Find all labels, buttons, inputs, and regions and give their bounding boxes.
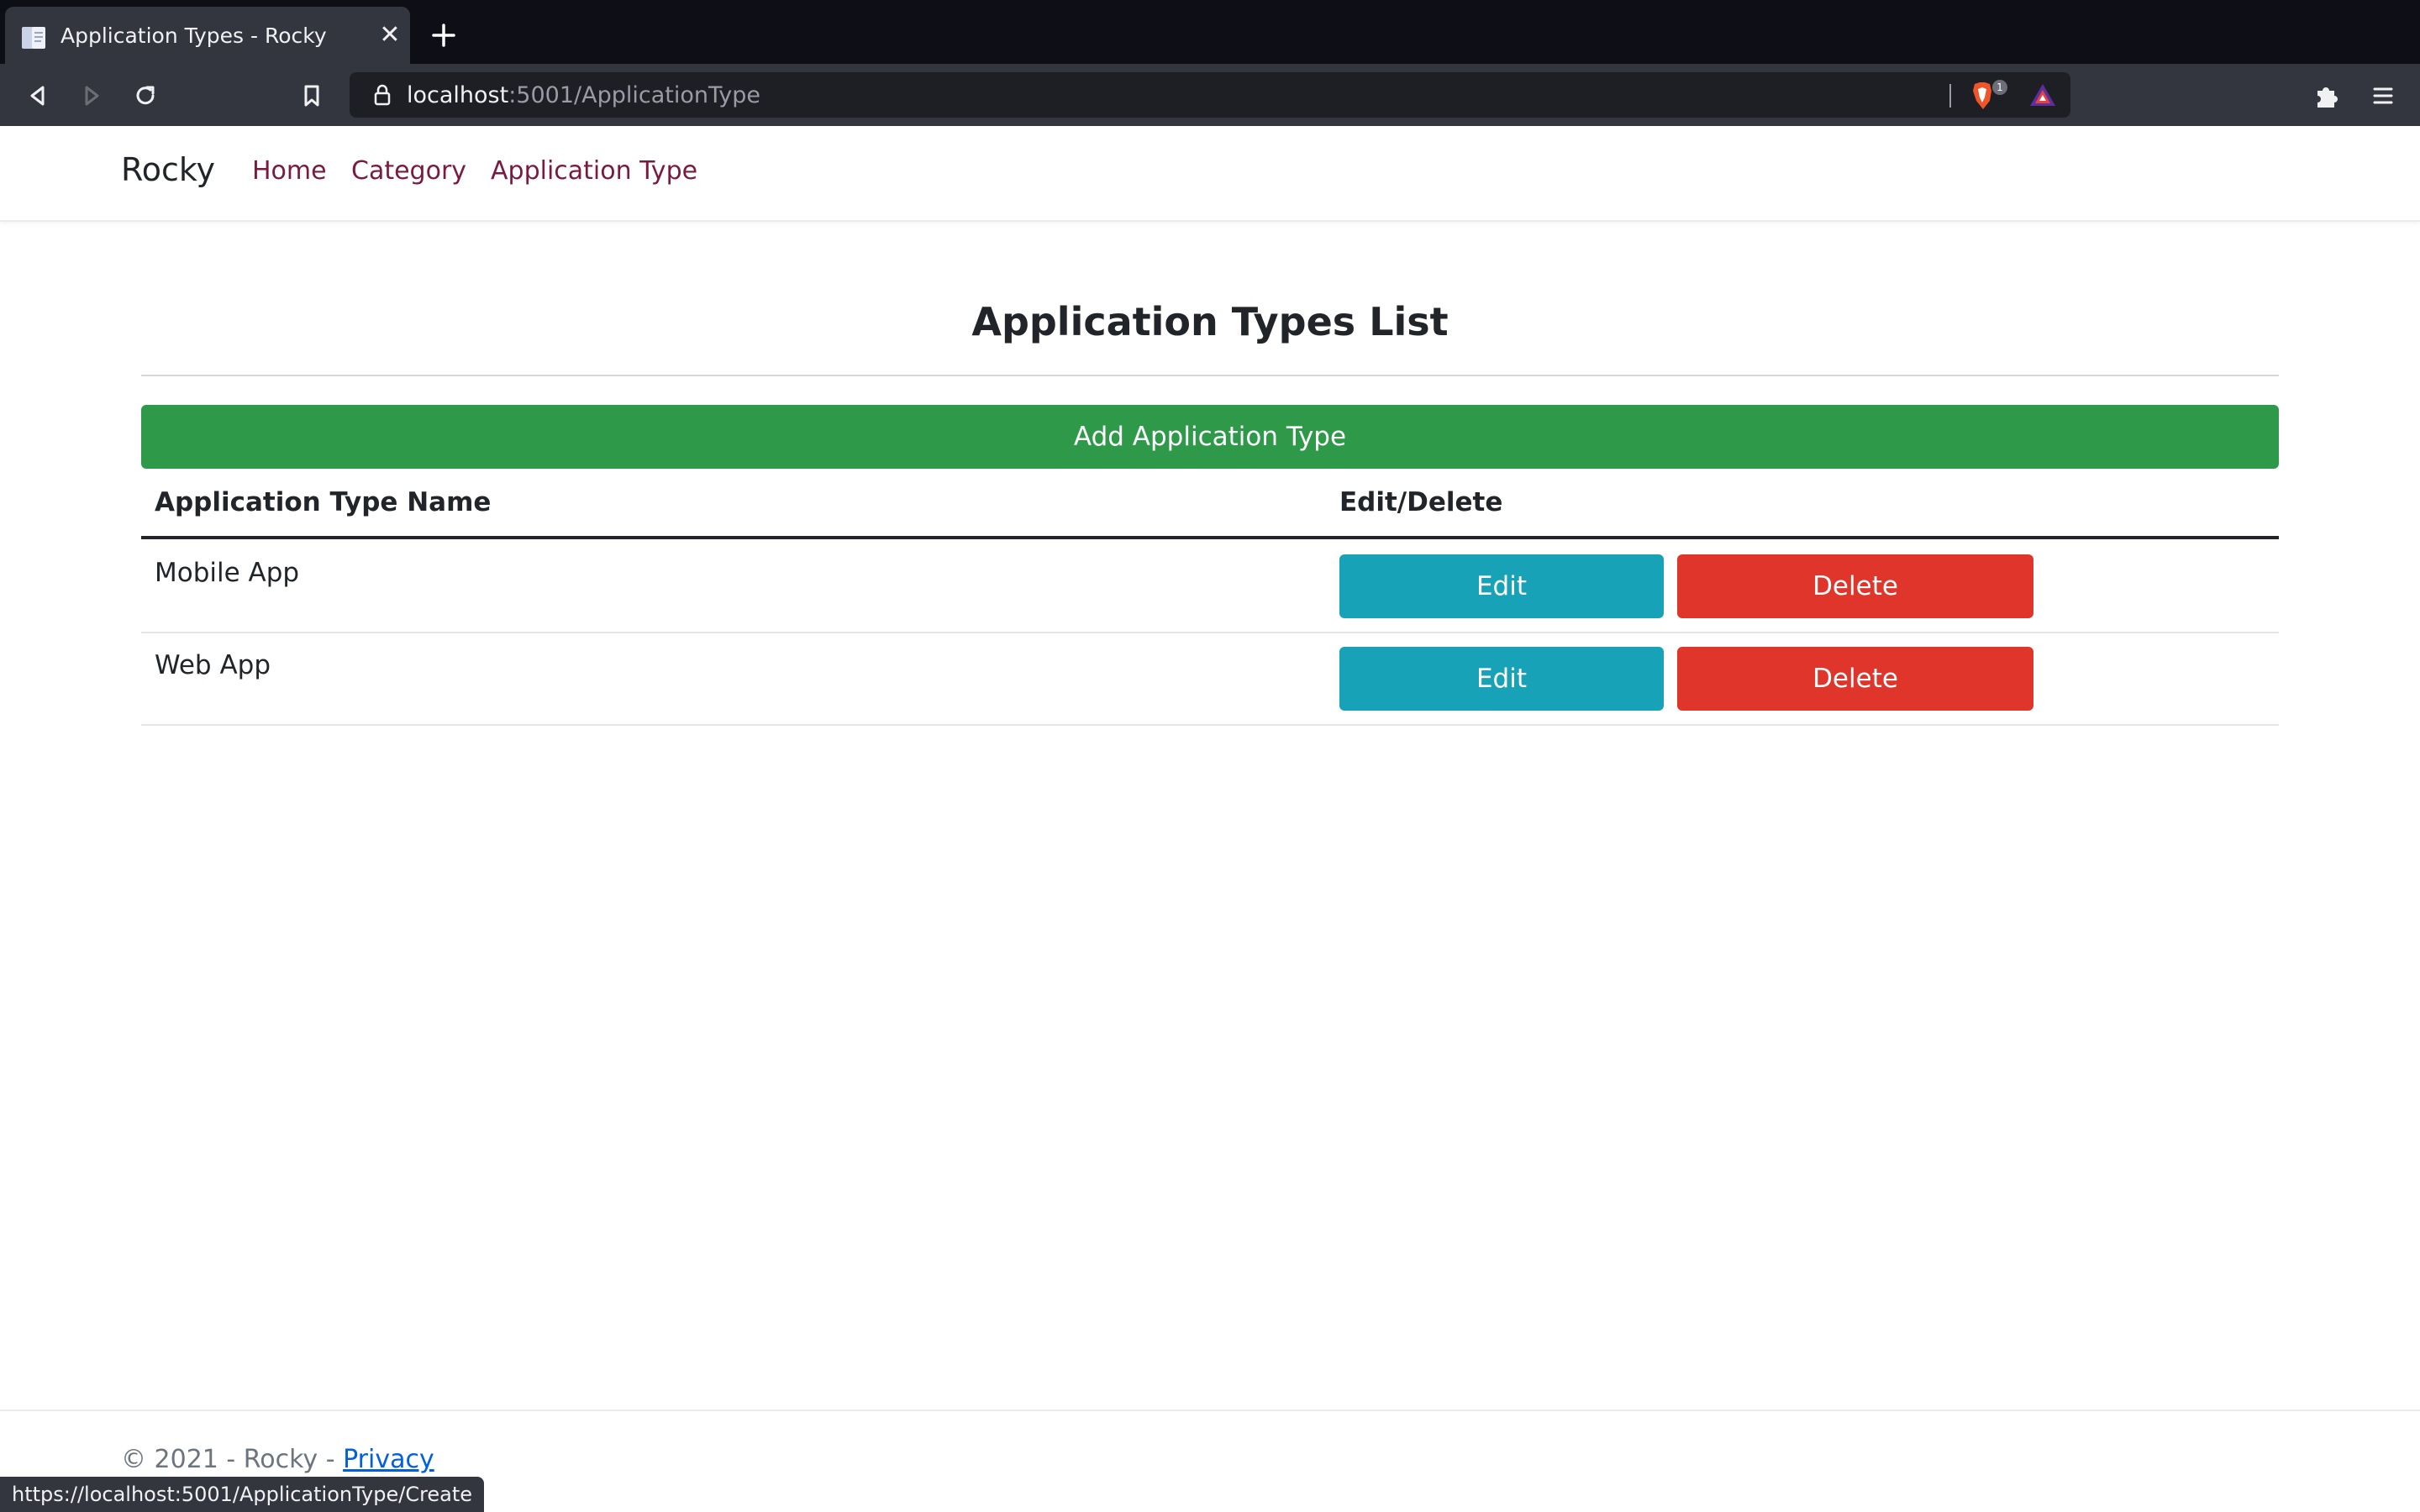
row-divider	[141, 632, 2279, 633]
edit-button[interactable]: Edit	[1339, 554, 1664, 618]
extensions-icon[interactable]	[2312, 81, 2343, 111]
brave-rewards-icon[interactable]	[2028, 82, 2057, 108]
page-icon	[22, 27, 45, 49]
browser-tab-bar: Application Types - Rocky ✕	[0, 0, 2420, 64]
reload-icon[interactable]	[129, 80, 161, 112]
address-bar-divider	[1949, 84, 1951, 108]
page-title: Application Types List	[971, 299, 1449, 344]
nav-link-application-type[interactable]: Application Type	[491, 156, 697, 186]
menu-icon[interactable]	[2368, 81, 2398, 111]
application-type-name: Mobile App	[155, 558, 300, 588]
footer-copyright: © 2021 - Rocky -	[121, 1445, 344, 1474]
table-header-border	[141, 536, 2279, 539]
back-icon[interactable]	[22, 80, 54, 112]
new-tab-icon[interactable]	[427, 18, 460, 52]
nav-link-home[interactable]: Home	[252, 156, 327, 186]
address-bar[interactable]: localhost:5001/ApplicationType 1	[350, 72, 2070, 118]
close-tab-icon[interactable]: ✕	[375, 20, 405, 50]
column-header-name: Application Type Name	[155, 487, 492, 517]
delete-button[interactable]: Delete	[1677, 554, 2033, 618]
browser-tab[interactable]: Application Types - Rocky ✕	[5, 7, 410, 64]
row-divider	[141, 724, 2279, 726]
footer: © 2021 - Rocky - Privacy	[121, 1445, 434, 1474]
browser-toolbar: localhost:5001/ApplicationType 1	[0, 64, 2420, 126]
bookmark-icon[interactable]	[296, 80, 328, 112]
application-type-name: Web App	[155, 650, 271, 680]
nav-link-category[interactable]: Category	[351, 156, 466, 186]
site-navbar: Rocky Home Category Application Type	[0, 126, 2420, 222]
url-host: localhost	[407, 82, 509, 108]
privacy-link[interactable]: Privacy	[343, 1445, 434, 1474]
url-text: localhost:5001/ApplicationType	[407, 82, 760, 108]
add-application-type-button[interactable]: Add Application Type	[141, 405, 2279, 469]
url-path: :5001/ApplicationType	[508, 82, 760, 108]
brave-shield-icon[interactable]: 1	[1970, 79, 2008, 113]
title-divider	[141, 375, 2279, 376]
column-header-actions: Edit/Delete	[1339, 487, 1503, 517]
brand-link[interactable]: Rocky	[121, 151, 215, 188]
lock-icon	[374, 84, 391, 106]
shield-count: 1	[1996, 81, 2003, 93]
tab-title: Application Types - Rocky	[60, 24, 327, 48]
edit-button[interactable]: Edit	[1339, 647, 1664, 711]
delete-button[interactable]: Delete	[1677, 647, 2033, 711]
status-url-tooltip: https://localhost:5001/ApplicationType/C…	[0, 1477, 485, 1512]
footer-divider	[0, 1410, 2420, 1411]
forward-icon[interactable]	[76, 80, 108, 112]
